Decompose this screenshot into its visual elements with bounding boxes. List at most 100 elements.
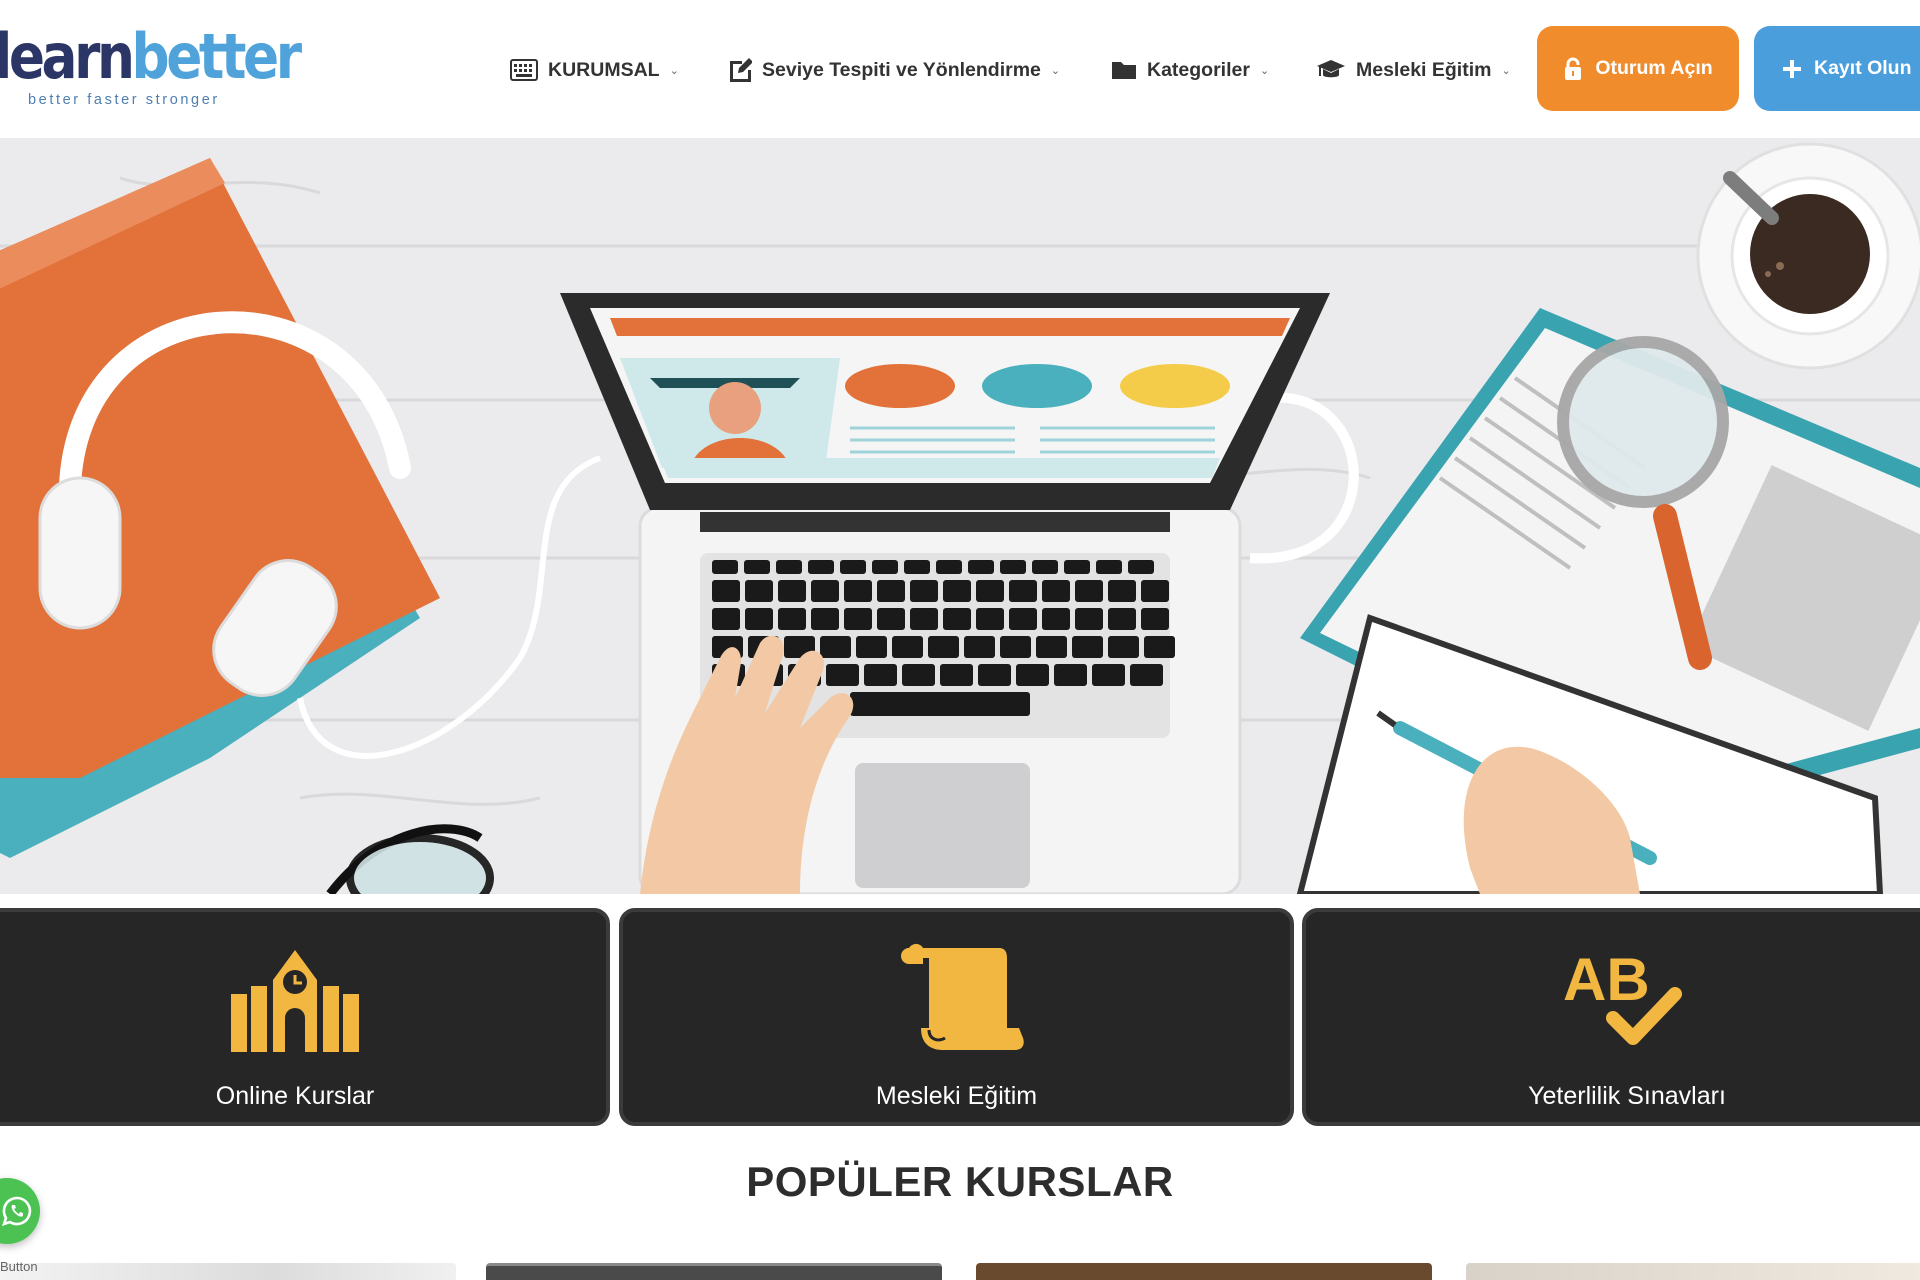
keyboard-key [976, 580, 1004, 602]
keyboard-key [856, 636, 887, 658]
keyboard-key [1032, 560, 1058, 574]
category-title: Yeterlilik Sınavları [1528, 1082, 1726, 1110]
logo-tagline: better faster stronger [28, 92, 220, 108]
whatsapp-button-label: Button [0, 1259, 38, 1274]
scroll-icon [623, 942, 1290, 1054]
signup-label: Kayıt Olun [1814, 57, 1912, 79]
category-title: Online Kurslar [215, 1082, 375, 1110]
svg-text:AB: AB [1563, 946, 1650, 1013]
keyboard-spacebar [850, 692, 1030, 716]
keyboard-key [1042, 580, 1070, 602]
keyboard-key [1130, 664, 1163, 686]
login-button[interactable]: Oturum Açın [1537, 26, 1739, 111]
keyboard-key [968, 560, 994, 574]
keyboard-key [902, 664, 935, 686]
nav-item-kurumsal[interactable]: KURUMSAL ⌄ [510, 50, 679, 90]
coffee-cup-illustration [1696, 142, 1920, 370]
plus-icon [1782, 59, 1802, 79]
keyboard-key [811, 580, 839, 602]
keyboard-key [1000, 560, 1026, 574]
course-card[interactable] [0, 1263, 456, 1280]
keyboard-key [1128, 560, 1154, 574]
keyboard-key [745, 608, 773, 630]
keyboard-key [1075, 608, 1103, 630]
keyboard-key [1108, 580, 1136, 602]
logo-wordmark: learnbetter [0, 20, 302, 93]
keyboard-key [1036, 636, 1067, 658]
lock-icon [1563, 57, 1583, 81]
keyboard-key [910, 580, 938, 602]
keyboard-key [940, 664, 973, 686]
chevron-down-icon: ⌄ [1501, 64, 1511, 77]
chevron-down-icon: ⌄ [1050, 64, 1061, 77]
keyboard-key [1141, 608, 1169, 630]
keyboard-key [776, 560, 802, 574]
nav-label: Kategoriler [1147, 58, 1250, 81]
keyboard-key [1000, 636, 1031, 658]
keyboard-key [1075, 580, 1103, 602]
keyboard-icon [510, 58, 538, 82]
folder-icon [1111, 59, 1137, 81]
keyboard-key [1144, 636, 1175, 658]
keyboard-key [1092, 664, 1125, 686]
keyboard-key [840, 560, 866, 574]
chevron-down-icon: ⌄ [1259, 64, 1270, 77]
keyboard-key [811, 608, 839, 630]
hero-desk-illustration [0, 138, 1920, 894]
keyboard-key [1016, 664, 1049, 686]
category-title: Mesleki Eğitim [875, 1082, 1038, 1110]
keyboard-key [877, 608, 905, 630]
login-label: Oturum Açın [1595, 57, 1713, 79]
keyboard-key [1072, 636, 1103, 658]
keyboard-key [964, 636, 995, 658]
course-card[interactable] [976, 1263, 1432, 1280]
keyboard-key [1054, 664, 1087, 686]
nav-label: Seviye Tespiti ve Yönlendirme [762, 58, 1041, 81]
whatsapp-icon [1, 1195, 33, 1227]
keyboard-key [943, 608, 971, 630]
hero-banner [0, 138, 1920, 894]
keyboard-key [778, 608, 806, 630]
keyboard-key [928, 636, 959, 658]
keyboard-key [877, 580, 905, 602]
keyboard-key [1042, 608, 1070, 630]
course-card[interactable] [1466, 1263, 1920, 1280]
course-card[interactable] [486, 1263, 942, 1280]
keyboard-key [904, 560, 930, 574]
nav-item-mesleki-egitim[interactable]: Mesleki Eğitim ⌄ [1316, 50, 1511, 90]
category-card-yeterlilik-sinavlari[interactable]: AB Yeterlilik Sınavları [1302, 908, 1920, 1126]
keyboard-key [826, 664, 859, 686]
nav-item-seviye-tespiti[interactable]: Seviye Tespiti ve Yönlendirme ⌄ [728, 50, 1060, 90]
nav-item-kategoriler[interactable]: Kategoriler ⌄ [1111, 50, 1269, 90]
keyboard-key [1009, 608, 1037, 630]
keyboard-key [978, 664, 1011, 686]
school-building-icon [0, 942, 606, 1054]
keyboard-key [1108, 608, 1136, 630]
site-logo[interactable]: learnbetter better faster stronger [0, 20, 348, 109]
keyboard-key [943, 580, 971, 602]
keyboard-key [910, 608, 938, 630]
category-card-mesleki-egitim[interactable]: Mesleki Eğitim [619, 908, 1294, 1126]
signup-button[interactable]: Kayıt Olun [1754, 26, 1920, 111]
keyboard-key [712, 608, 740, 630]
keyboard-key [892, 636, 923, 658]
keyboard-key [712, 580, 740, 602]
edit-icon [728, 57, 752, 83]
keyboard-key [1141, 580, 1169, 602]
nav-label: Mesleki Eğitim [1356, 58, 1492, 81]
keyboard-key [1064, 560, 1090, 574]
graduation-cap-icon [1316, 58, 1346, 82]
keyboard-key [712, 560, 738, 574]
keyboard-key [745, 580, 773, 602]
ab-check-icon: AB [1306, 942, 1920, 1054]
nav-label: KURUMSAL [548, 58, 660, 81]
site-header: learnbetter better faster stronger KURUM… [0, 0, 1920, 138]
keyboard-key [820, 636, 851, 658]
popular-courses-title: POPÜLER KURSLAR [746, 1158, 1174, 1205]
keyboard-key [1108, 636, 1139, 658]
keyboard-key [872, 560, 898, 574]
keyboard-key [1096, 560, 1122, 574]
keyboard-key [976, 608, 1004, 630]
category-card-online-kurslar[interactable]: Online Kurslar [0, 908, 610, 1126]
keyboard-key [1009, 580, 1037, 602]
